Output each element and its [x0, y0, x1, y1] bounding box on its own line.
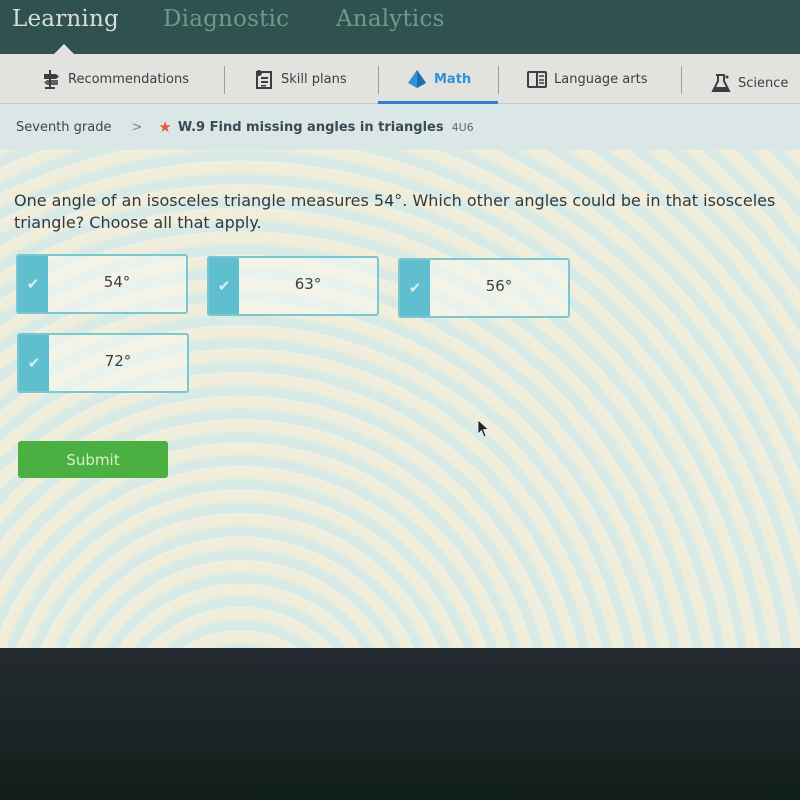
divider — [224, 66, 225, 94]
mouse-cursor-icon — [477, 419, 490, 438]
sub-nav-label: Language arts — [554, 71, 648, 87]
choice-label: 72° — [104, 352, 132, 370]
skill-code: 4U6 — [451, 120, 474, 134]
top-nav-tab-learning[interactable]: Learning — [12, 6, 119, 32]
sub-nav-recommendations[interactable]: Recommendations — [40, 66, 189, 92]
top-nav-tab-diagnostic[interactable]: Diagnostic — [163, 6, 289, 32]
signpost-icon — [40, 68, 62, 90]
pyramid-icon — [406, 68, 428, 90]
checkmark-icon: ✔ — [209, 258, 239, 314]
screen: Learning Diagnostic Analytics Recommenda… — [0, 0, 800, 648]
sub-nav-math[interactable]: Math — [406, 66, 471, 92]
monitor-bezel — [0, 648, 800, 800]
choice-label: 54° — [103, 273, 131, 291]
book-icon — [526, 68, 548, 90]
divider — [681, 66, 682, 94]
submit-button[interactable]: Submit — [18, 441, 168, 478]
sub-nav-label: Math — [434, 71, 472, 87]
breadcrumb-chevron-icon: > — [131, 119, 143, 135]
sub-nav-science[interactable]: Science — [710, 70, 788, 96]
active-tab-indicator — [54, 44, 74, 54]
question-text: One angle of an isosceles triangle measu… — [14, 191, 776, 232]
checkmark-icon: ✔ — [400, 260, 430, 316]
checkmark-icon: ✔ — [19, 335, 49, 391]
divider — [378, 66, 379, 94]
sub-nav-label: Skill plans — [281, 71, 347, 87]
answer-choice[interactable]: ✔ 56° — [398, 258, 570, 318]
sub-nav-label: Science — [738, 75, 789, 91]
skill-plan-icon — [253, 68, 275, 90]
flask-icon — [710, 72, 732, 94]
top-nav-tab-analytics[interactable]: Analytics — [336, 6, 445, 32]
breadcrumb: Seventh grade > ★ W.9 Find missing angle… — [0, 104, 800, 150]
sub-nav-label: Recommendations — [68, 71, 190, 87]
choice-label: 63° — [294, 275, 322, 293]
checkmark-icon: ✔ — [18, 256, 48, 312]
sub-nav-language-arts[interactable]: Language arts — [526, 66, 647, 92]
sub-nav-skill-plans[interactable]: Skill plans — [253, 66, 347, 92]
answer-choice[interactable]: ✔ 63° — [207, 256, 379, 316]
divider — [498, 66, 499, 94]
answer-choice[interactable]: ✔ 54° — [16, 254, 188, 314]
top-nav: Learning Diagnostic Analytics — [0, 0, 800, 54]
breadcrumb-grade[interactable]: Seventh grade — [16, 120, 111, 135]
sub-nav: Recommendations Skill plans Math Languag… — [0, 54, 800, 104]
choice-label: 56° — [485, 277, 513, 295]
star-icon: ★ — [158, 118, 172, 136]
breadcrumb-skill: W.9 Find missing angles in triangles — [177, 119, 444, 135]
answer-choice[interactable]: ✔ 72° — [17, 333, 189, 393]
